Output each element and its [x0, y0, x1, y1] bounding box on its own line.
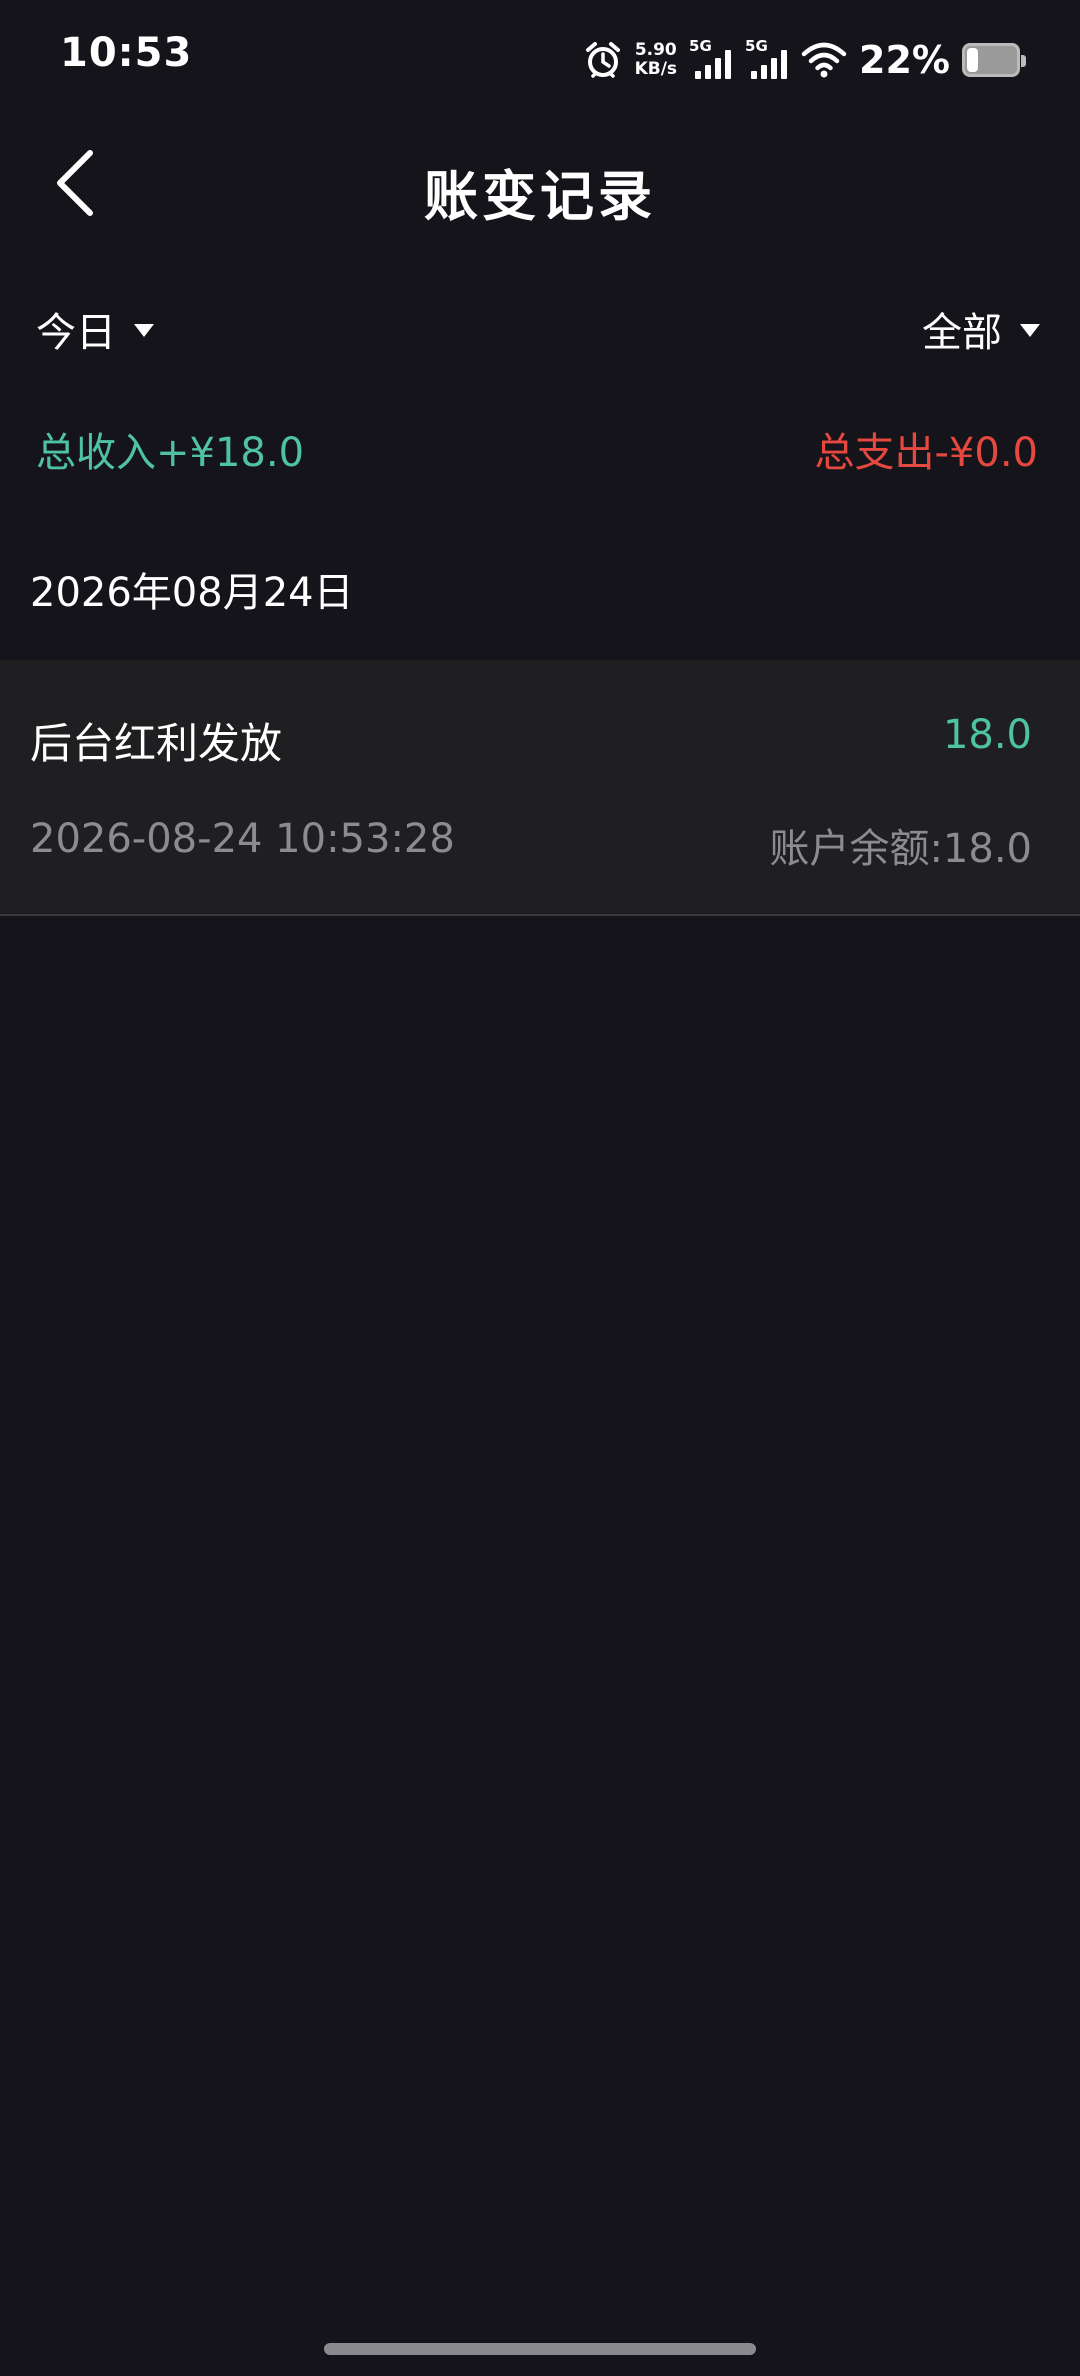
battery-level: [967, 48, 978, 72]
category-filter-dropdown[interactable]: 全部: [922, 300, 1040, 358]
home-indicator[interactable]: [324, 2343, 756, 2355]
sim1-signal: 5G: [689, 35, 733, 85]
title-bar: 账变记录: [0, 130, 1080, 240]
sim2-signal: 5G: [745, 35, 789, 85]
wifi-icon: [801, 41, 847, 79]
screen: 10:53 5.90 KB/s 5G 5G 22% 账变记录 今日 全部 总收入…: [0, 0, 1080, 2376]
period-filter-dropdown[interactable]: 今日: [36, 300, 154, 358]
caret-down-icon: [134, 323, 154, 337]
status-bar: 10:53 5.90 KB/s 5G 5G 22%: [0, 0, 1080, 120]
caret-down-icon: [1020, 323, 1040, 337]
battery-icon: [962, 43, 1026, 77]
alarm-icon: [583, 40, 623, 80]
record-amount: 18.0: [942, 712, 1032, 758]
record-timestamp: 2026-08-24 10:53:28: [30, 816, 455, 862]
total-expense: 总支出-¥0.0: [814, 430, 1039, 476]
date-group-header: 2026年08月24日: [30, 570, 354, 616]
battery-percent: 22%: [859, 38, 950, 82]
network-speed-unit: KB/s: [634, 59, 678, 79]
total-income: 总收入+¥18.0: [36, 430, 305, 476]
record-balance: 账户余额:18.0: [769, 826, 1032, 872]
record-title: 后台红利发放: [30, 719, 283, 768]
list-item[interactable]: 后台红利发放 18.0 2026-08-24 10:53:28 账户余额:18.…: [0, 660, 1080, 916]
status-time: 10:53: [60, 30, 193, 76]
category-filter-label: 全部: [922, 310, 1002, 356]
period-filter-label: 今日: [36, 310, 116, 356]
network-speed-value: 5.90: [634, 40, 677, 60]
status-icons: 5.90 KB/s 5G 5G 22%: [583, 30, 1026, 90]
page-title: 账变记录: [424, 165, 656, 228]
network-speed: 5.90 KB/s: [635, 41, 677, 79]
